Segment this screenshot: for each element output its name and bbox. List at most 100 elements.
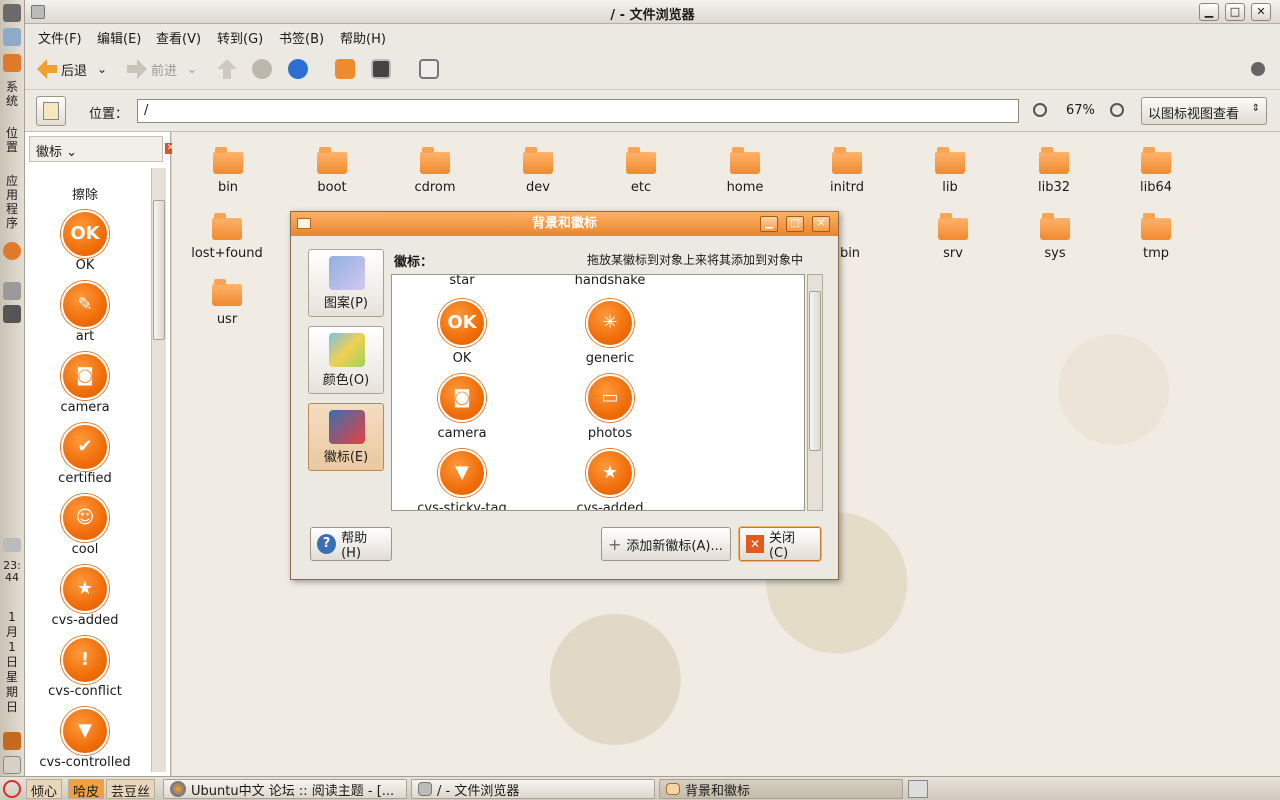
toggle-location-button[interactable]	[36, 96, 66, 126]
file-usr[interactable]: usr	[187, 279, 267, 327]
dialog-close-button[interactable]: ✕	[812, 216, 830, 232]
sidebar-scroll-thumb[interactable]	[153, 200, 165, 340]
menu-bookmarks[interactable]: 书签(B)	[279, 28, 324, 47]
certified-emblem-icon: ✔	[61, 423, 109, 471]
file-lost-found[interactable]: lost+found	[186, 213, 268, 261]
volume-icon[interactable]	[3, 538, 21, 552]
category-label: 图案(P)	[324, 296, 368, 311]
reload-button[interactable]	[288, 56, 308, 82]
places-menu[interactable]: 位置	[3, 126, 21, 154]
back-history-dropdown[interactable]: ⌄	[97, 56, 107, 82]
sidebar-emblem-erase[interactable]: 擦除	[25, 184, 145, 203]
sidebar-scrollbar[interactable]	[151, 168, 166, 772]
sidebar-emblem-cvs-controlled[interactable]: ▼ cvs-controlled	[25, 707, 145, 770]
file-home[interactable]: home	[705, 147, 785, 195]
forward-history-dropdown[interactable]: ⌄	[187, 56, 197, 82]
computer-icon[interactable]	[3, 4, 21, 22]
folder-icon	[935, 147, 965, 174]
workspace-2[interactable]: 哈皮	[68, 779, 105, 800]
file-lib32[interactable]: lib32	[1014, 147, 1094, 195]
folder-icon	[666, 783, 680, 795]
debian-logo-icon[interactable]	[3, 780, 21, 798]
ubuntu-circle-icon[interactable]	[3, 242, 21, 260]
task-file-browser[interactable]: / - 文件浏览器	[411, 779, 655, 799]
maximize-button[interactable]: □	[1225, 3, 1245, 21]
help-button[interactable]: ? 帮助(H)	[310, 527, 392, 561]
emblem-handshake[interactable]: handshake	[550, 275, 670, 288]
emblem-cvs-added[interactable]: ★ cvs-added	[550, 449, 670, 510]
printer-icon[interactable]	[3, 282, 21, 300]
workspace-3[interactable]: 芸豆丝	[106, 779, 156, 800]
show-desktop-icon[interactable]	[3, 756, 21, 774]
close-window-button[interactable]: ✕	[1251, 3, 1271, 21]
minimize-button[interactable]: ▁	[1199, 3, 1219, 21]
emblem-star[interactable]: star	[402, 275, 522, 288]
add-new-emblem-button[interactable]: + 添加新徽标(A)...	[601, 527, 731, 561]
file-lib64[interactable]: lib64	[1116, 147, 1196, 195]
zoom-level[interactable]: 67%	[1066, 103, 1095, 118]
task-firefox[interactable]: Ubuntu中文 论坛 :: 阅读主题 - [...	[163, 779, 407, 799]
sidebar-emblem-camera[interactable]: ◙ camera	[25, 352, 145, 415]
dialog-minimize-button[interactable]: ▁	[760, 216, 778, 232]
sidebar-emblem-art[interactable]: ✎ art	[25, 281, 145, 344]
emblem-photos[interactable]: ▭ photos	[550, 374, 670, 441]
search-button[interactable]	[419, 56, 439, 82]
zoom-in-icon[interactable]	[1110, 103, 1124, 117]
forward-button[interactable]: 前进	[127, 56, 177, 82]
stop-button[interactable]	[252, 56, 272, 82]
file-sys[interactable]: sys	[1015, 213, 1095, 261]
sidebar-emblem-cool[interactable]: ☺ cool	[25, 494, 145, 557]
help-icon[interactable]	[3, 28, 21, 46]
emblem-grid[interactable]: star handshake OK OK ✳ generic ◙ camera ▭ ph…	[391, 274, 805, 511]
emblem-generic[interactable]: ✳ generic	[550, 299, 670, 366]
emblem-cvs-sticky-tag[interactable]: ▼ cvs-sticky-tag	[402, 449, 522, 510]
category-colors[interactable]: 颜色(O)	[308, 326, 384, 394]
file-etc[interactable]: etc	[601, 147, 681, 195]
folder-icon	[213, 147, 243, 174]
emblem-camera[interactable]: ◙ camera	[402, 374, 522, 441]
home-button[interactable]	[335, 56, 355, 82]
menu-go[interactable]: 转到(G)	[217, 28, 263, 47]
dialog-maximize-button[interactable]: □	[786, 216, 804, 232]
menu-file[interactable]: 文件(F)	[38, 28, 82, 47]
workspace-1[interactable]: 倾心	[26, 779, 63, 800]
file-tmp[interactable]: tmp	[1116, 213, 1196, 261]
emblem-scroll-thumb[interactable]	[809, 291, 821, 451]
file-srv[interactable]: srv	[913, 213, 993, 261]
file-cdrom[interactable]: cdrom	[395, 147, 475, 195]
file-initrd[interactable]: initrd	[807, 147, 887, 195]
menu-edit[interactable]: 编辑(E)	[97, 28, 141, 47]
computer-button[interactable]	[371, 56, 391, 82]
back-button[interactable]: 后退	[37, 56, 87, 82]
category-patterns[interactable]: 图案(P)	[308, 249, 384, 317]
file-lib[interactable]: lib	[910, 147, 990, 195]
task-backgrounds-emblems[interactable]: 背景和徽标	[659, 779, 903, 799]
sidebar-selector[interactable]: 徽标 ⌄ ✕	[29, 136, 176, 162]
sidebar-emblem-cvs-added[interactable]: ★ cvs-added	[25, 565, 145, 628]
file-dev[interactable]: dev	[498, 147, 578, 195]
monitor-icon[interactable]	[3, 305, 21, 323]
desktop-switcher-icon[interactable]	[908, 780, 928, 798]
clock[interactable]: 23:44	[3, 560, 21, 584]
category-emblems[interactable]: 徽标(E)	[308, 403, 384, 471]
sidebar-emblem-certified[interactable]: ✔ certified	[25, 423, 145, 486]
menu-help[interactable]: 帮助(H)	[340, 28, 386, 47]
ubuntu-logo-icon[interactable]	[3, 54, 21, 72]
close-button[interactable]: ✕ 关闭(C)	[739, 527, 821, 561]
system-menu[interactable]: 系统	[3, 80, 21, 108]
sidebar-emblem-ok[interactable]: OK OK	[25, 210, 145, 273]
view-mode-select[interactable]: 以图标视图查看 ⇕	[1141, 97, 1267, 125]
applications-menu[interactable]: 应用程序	[3, 174, 21, 230]
location-input[interactable]: /	[137, 99, 1019, 123]
up-button[interactable]	[217, 56, 237, 82]
emblem-ok[interactable]: OK OK	[402, 299, 522, 366]
sidebar-emblem-cvs-conflict[interactable]: ! cvs-conflict	[25, 636, 145, 699]
taskbar: 倾心 哈皮 芸豆丝 Ubuntu中文 论坛 :: 阅读主题 - [... / -…	[0, 776, 1280, 800]
zoom-out-icon[interactable]	[1033, 103, 1047, 117]
file-boot[interactable]: boot	[292, 147, 372, 195]
menu-view[interactable]: 查看(V)	[156, 28, 201, 47]
file-bin[interactable]: bin	[188, 147, 268, 195]
tree-icon[interactable]	[3, 732, 21, 750]
emblem-grid-scrollbar[interactable]	[807, 274, 823, 511]
folder-icon	[1141, 213, 1171, 240]
